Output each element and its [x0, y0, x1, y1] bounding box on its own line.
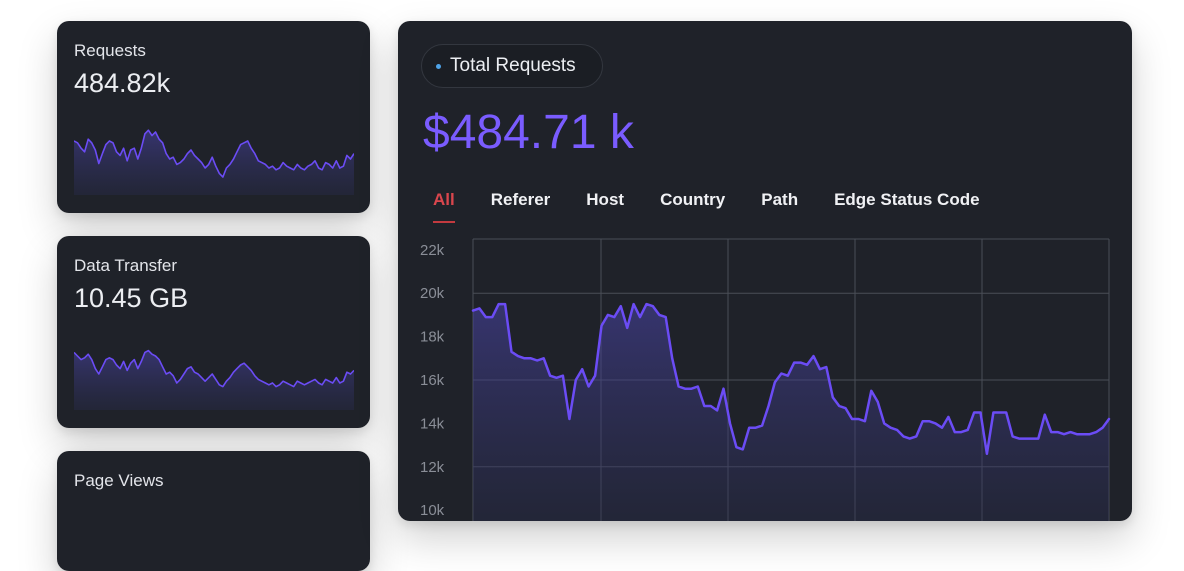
page-views-label: Page Views: [74, 471, 164, 490]
data-transfer-value: 10.45 GB: [74, 283, 189, 313]
requests-value: 484.82k: [74, 68, 171, 98]
y-tick-label: 12k: [420, 459, 445, 476]
tab-referer[interactable]: Referer: [491, 190, 551, 230]
page-views-card: Page Views: [57, 451, 370, 571]
y-tick-label: 20k: [420, 285, 445, 302]
tab-path[interactable]: Path: [761, 190, 798, 230]
total-requests-value: $484.71 k: [423, 106, 634, 159]
y-tick-label: 22k: [420, 242, 445, 259]
y-tick-label: 10k: [420, 502, 445, 519]
requests-sparkline: [74, 129, 354, 195]
requests-area-chart: 22k 20k 18k 16k 14k 12k 10k: [420, 238, 1111, 521]
tab-country[interactable]: Country: [660, 190, 725, 230]
filter-tabs: All Referer Host Country Path Edge Status Cod…: [433, 190, 1016, 230]
requests-label: Requests: [74, 41, 146, 60]
data-transfer-label: Data Transfer: [74, 256, 177, 275]
data-transfer-sparkline: [74, 349, 354, 410]
status-dot-icon: [436, 63, 441, 69]
total-requests-panel: Total Requests $484.71 k All Referer Host C…: [398, 21, 1132, 521]
total-requests-label: Total Requests: [450, 55, 576, 76]
tab-edge-status-code[interactable]: Edge Status Code: [834, 190, 979, 230]
total-requests-pill[interactable]: Total Requests: [421, 44, 603, 88]
requests-card: Requests 484.82k: [57, 21, 370, 213]
data-transfer-card: Data Transfer 10.45 GB: [57, 236, 370, 428]
y-tick-label: 16k: [420, 372, 445, 389]
tab-all[interactable]: All: [433, 190, 455, 230]
y-tick-label: 14k: [420, 415, 445, 432]
y-tick-label: 18k: [420, 329, 445, 346]
tab-host[interactable]: Host: [586, 190, 624, 230]
